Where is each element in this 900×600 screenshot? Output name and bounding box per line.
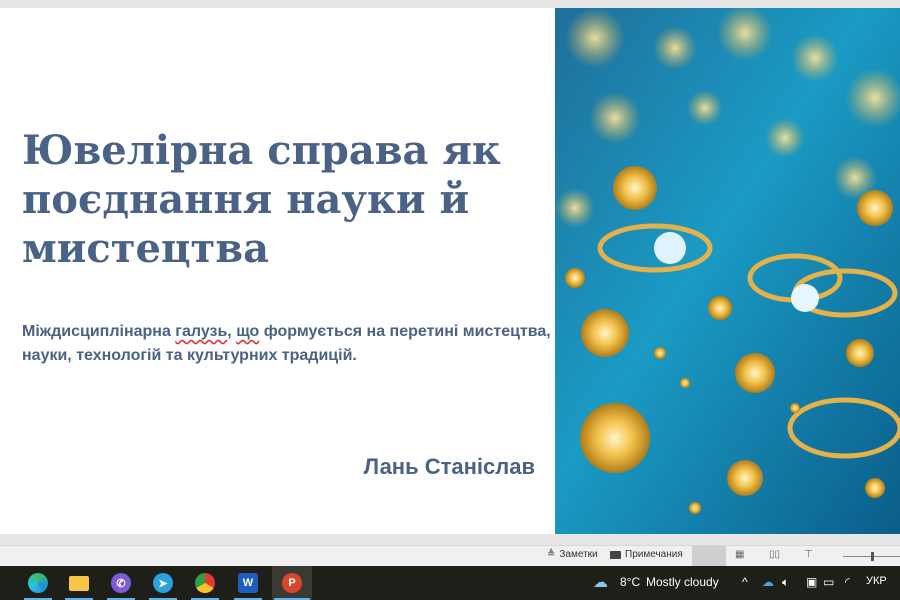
- edge-icon: [28, 573, 48, 593]
- subtitle-text: Міждисциплінарна: [22, 323, 176, 340]
- powerpoint-icon: P: [282, 573, 302, 593]
- spelling-error: галузь: [175, 323, 228, 340]
- jewelry-photo[interactable]: [555, 8, 900, 534]
- slideshow-button[interactable]: ⊤: [804, 549, 813, 560]
- meet-icon[interactable]: ▣: [806, 575, 817, 589]
- taskbar-viber[interactable]: ✆: [105, 566, 137, 600]
- chevron-up-icon[interactable]: ^: [742, 575, 748, 589]
- taskbar-edge[interactable]: [22, 566, 54, 600]
- normal-view-button[interactable]: [692, 546, 726, 566]
- comments-label: Примечания: [625, 549, 683, 560]
- word-icon: W: [238, 573, 258, 593]
- language-indicator[interactable]: УКР: [866, 575, 887, 587]
- slide-sorter-button[interactable]: ▦: [735, 549, 744, 560]
- slide-subtitle[interactable]: Міждисциплінарна галузь, що формується н…: [22, 320, 552, 368]
- taskbar-powerpoint[interactable]: P: [272, 566, 312, 600]
- weather-text[interactable]: Mostly cloudy: [646, 575, 719, 589]
- reading-view-button[interactable]: ▯▯: [769, 549, 780, 560]
- notes-label: Заметки: [559, 549, 598, 560]
- slide-author[interactable]: Лань Станіслав: [364, 454, 535, 480]
- chrome-icon: [195, 573, 215, 593]
- taskbar: ✆ ➤ W P ☁ 8°C Mostly cloudy ^ ☁ 🔈︎ ▣ ▭ ◜…: [0, 566, 900, 600]
- folder-icon: [69, 575, 89, 591]
- telegram-icon: ➤: [153, 573, 173, 593]
- slide-canvas[interactable]: Ювелірна справа як поєднання науки й мис…: [0, 8, 900, 534]
- taskbar-chrome[interactable]: [189, 566, 221, 600]
- weather-temp[interactable]: 8°C: [620, 575, 640, 589]
- taskbar-explorer[interactable]: [63, 566, 95, 600]
- comments-button[interactable]: Примечания: [610, 549, 683, 560]
- comment-icon: [610, 550, 621, 559]
- notes-button[interactable]: ≜ Заметки: [547, 549, 598, 560]
- zoom-slider[interactable]: [843, 552, 900, 561]
- weather-icon: ☁: [593, 574, 608, 591]
- battery-icon[interactable]: ▭: [823, 575, 834, 589]
- notes-icon: ≜: [547, 549, 556, 560]
- onedrive-icon[interactable]: ☁: [762, 575, 774, 589]
- status-bar: ≜ Заметки Примечания ▦ ▯▯ ⊤: [0, 545, 900, 566]
- subtitle-text: ,: [227, 323, 237, 340]
- slide-title[interactable]: Ювелірна справа як поєднання науки й мис…: [22, 126, 542, 273]
- wifi-icon[interactable]: ◜: [845, 575, 850, 589]
- taskbar-word[interactable]: W: [232, 566, 264, 600]
- spelling-error: що: [236, 323, 260, 340]
- volume-icon[interactable]: 🔈︎: [782, 575, 789, 590]
- zoom-slider-thumb[interactable]: [871, 552, 874, 561]
- taskbar-telegram[interactable]: ➤: [147, 566, 179, 600]
- viber-icon: ✆: [111, 573, 131, 593]
